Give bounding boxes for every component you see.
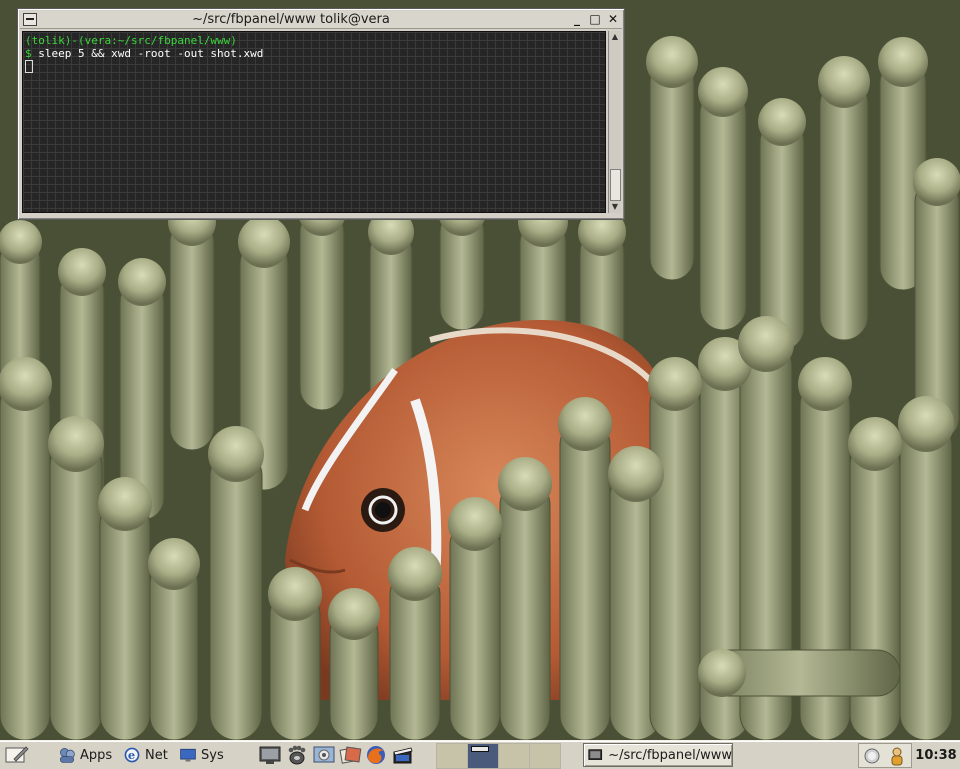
terminal-window[interactable]: ~/src/fbpanel/www tolik@vera _ □ ✕ (toli…: [17, 8, 625, 220]
pager-desktop-1[interactable]: [436, 743, 468, 769]
launcher-image-viewer[interactable]: [338, 741, 362, 769]
prompt-symbol: $: [25, 47, 32, 60]
launcher-gnome-foot[interactable]: [285, 741, 309, 769]
apps-menu-button[interactable]: Apps: [58, 741, 112, 769]
apps-icon: [60, 748, 75, 763]
command-line: $ sleep 5 && xwd -root -out shot.xwd: [25, 47, 603, 60]
terminal-titlebar[interactable]: ~/src/fbpanel/www tolik@vera _ □ ✕: [20, 11, 622, 29]
launcher-media-player[interactable]: [391, 741, 415, 769]
terminal-screen[interactable]: (tolik)-(vera:~/src/fbpanel/www) $ sleep…: [22, 31, 606, 213]
launcher-show-desktop[interactable]: [258, 741, 282, 769]
net-menu-button[interactable]: e Net: [123, 741, 168, 769]
user-icon[interactable]: [887, 746, 907, 766]
media-player-icon: [393, 747, 413, 764]
scroll-down-arrow-icon[interactable]: ▼: [610, 202, 620, 212]
taskbar-panel: Apps e Net Sys ~/src/fbpanel/www 10:38: [0, 740, 960, 769]
launcher-file-manager[interactable]: [312, 741, 336, 769]
maximize-button[interactable]: □: [588, 12, 602, 26]
panel-clock[interactable]: 10:38: [912, 741, 960, 769]
svg-text:e: e: [128, 748, 135, 762]
minimize-button[interactable]: _: [570, 12, 584, 26]
sys-menu-label: Sys: [201, 747, 224, 763]
gnome-foot-icon: [288, 745, 306, 765]
prompt-line: (tolik)-(vera:~/src/fbpanel/www): [25, 34, 237, 47]
panel-edit-icon[interactable]: [4, 741, 30, 769]
launcher-firefox[interactable]: [364, 741, 388, 769]
text-cursor: [25, 60, 33, 73]
task-button-terminal[interactable]: ~/src/fbpanel/www: [583, 743, 733, 767]
pager-desktop-4[interactable]: [529, 743, 561, 769]
scroll-up-arrow-icon[interactable]: ▲: [610, 32, 620, 42]
show-desktop-icon: [259, 746, 281, 764]
file-manager-icon: [313, 746, 335, 763]
prompt-host-path: (vera:~/src/fbpanel/www): [77, 34, 237, 47]
net-menu-label: Net: [145, 747, 168, 763]
browser-e-icon: e: [124, 747, 140, 763]
pager-desktop-3[interactable]: [498, 743, 530, 769]
pager-desktop-2-active[interactable]: [467, 743, 499, 769]
window-title: ~/src/fbpanel/www tolik@vera: [192, 12, 390, 27]
monitor-icon: [180, 748, 196, 762]
sys-menu-button[interactable]: Sys: [179, 741, 224, 769]
command-text: sleep 5 && xwd -root -out shot.xwd: [38, 47, 264, 60]
apps-menu-label: Apps: [80, 747, 113, 763]
terminal-icon: [588, 749, 603, 760]
prompt-user: (tolik): [25, 34, 72, 47]
system-tray: [858, 743, 912, 768]
firefox-icon: [367, 746, 385, 764]
task-button-label: ~/src/fbpanel/www: [608, 747, 732, 763]
terminal-scrollbar[interactable]: ▲ ▼: [608, 31, 621, 213]
close-button[interactable]: ✕: [606, 12, 620, 26]
scroll-thumb[interactable]: [610, 169, 621, 201]
image-viewer-icon: [339, 746, 362, 764]
network-icon[interactable]: [863, 747, 881, 765]
